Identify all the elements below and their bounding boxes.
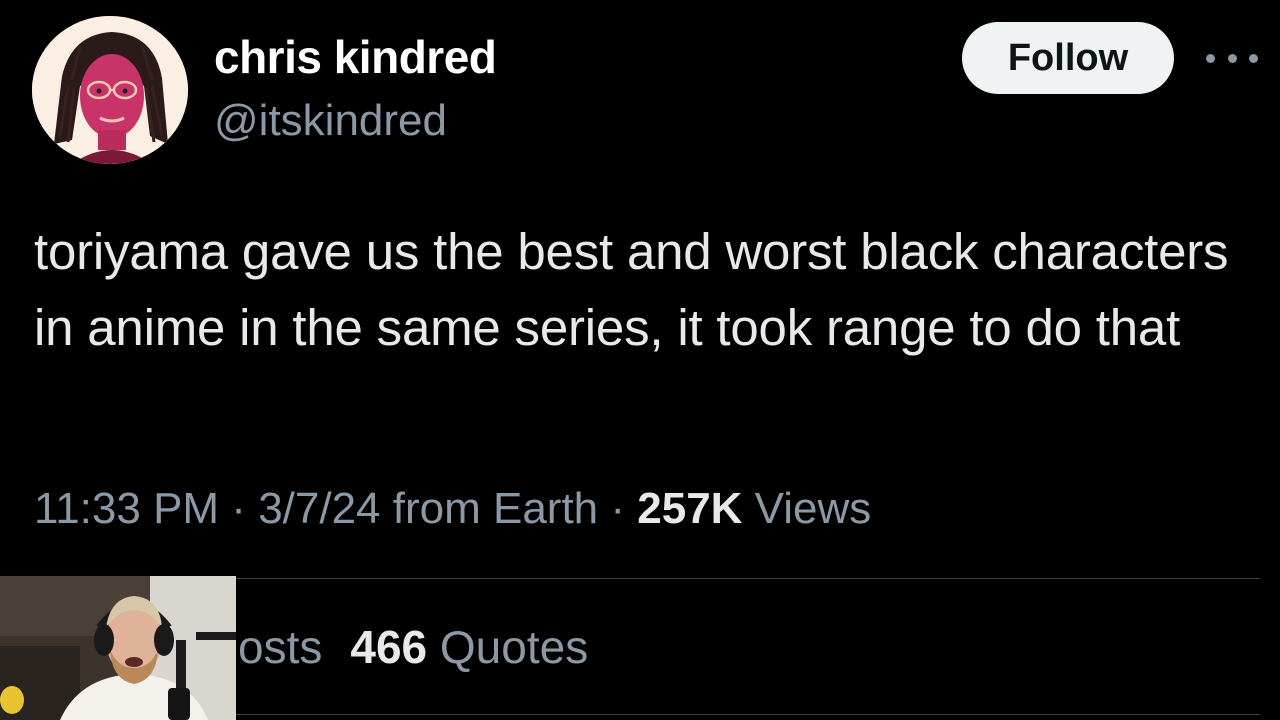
tweet-date[interactable]: 3/7/24 [258, 484, 380, 533]
reposts-label[interactable]: osts [238, 621, 322, 673]
follow-button[interactable]: Follow [962, 22, 1174, 94]
views-label: Views [742, 484, 872, 533]
author-handle[interactable]: @itskindred [214, 96, 447, 146]
meta-separator: · [598, 484, 638, 533]
author-avatar[interactable] [32, 16, 188, 164]
tweet-time[interactable]: 11:33 PM [34, 484, 219, 533]
illustrated-portrait-avatar-icon [32, 16, 188, 164]
author-display-name[interactable]: chris kindred [214, 30, 497, 84]
more-horizontal-icon[interactable] [1206, 44, 1258, 72]
quotes-label[interactable]: Quotes [427, 621, 588, 673]
more-dot [1206, 53, 1215, 63]
tweet-source: from Earth [380, 484, 599, 533]
streamer-webcam-feed-icon [0, 576, 236, 720]
more-dot [1249, 53, 1258, 63]
tweet-meta: 11:33 PM · 3/7/24 from Earth · 257K View… [34, 484, 871, 534]
quotes-count[interactable]: 466 [350, 621, 427, 673]
divider [236, 714, 1260, 715]
meta-separator: · [219, 484, 259, 533]
tweet-text: toriyama gave us the best and worst blac… [34, 223, 1229, 356]
tweet-stats: osts 466 Quotes [238, 620, 588, 676]
webcam-overlay [0, 576, 236, 720]
more-dot [1227, 53, 1237, 63]
divider [236, 578, 1260, 579]
views-count[interactable]: 257K [637, 484, 742, 533]
